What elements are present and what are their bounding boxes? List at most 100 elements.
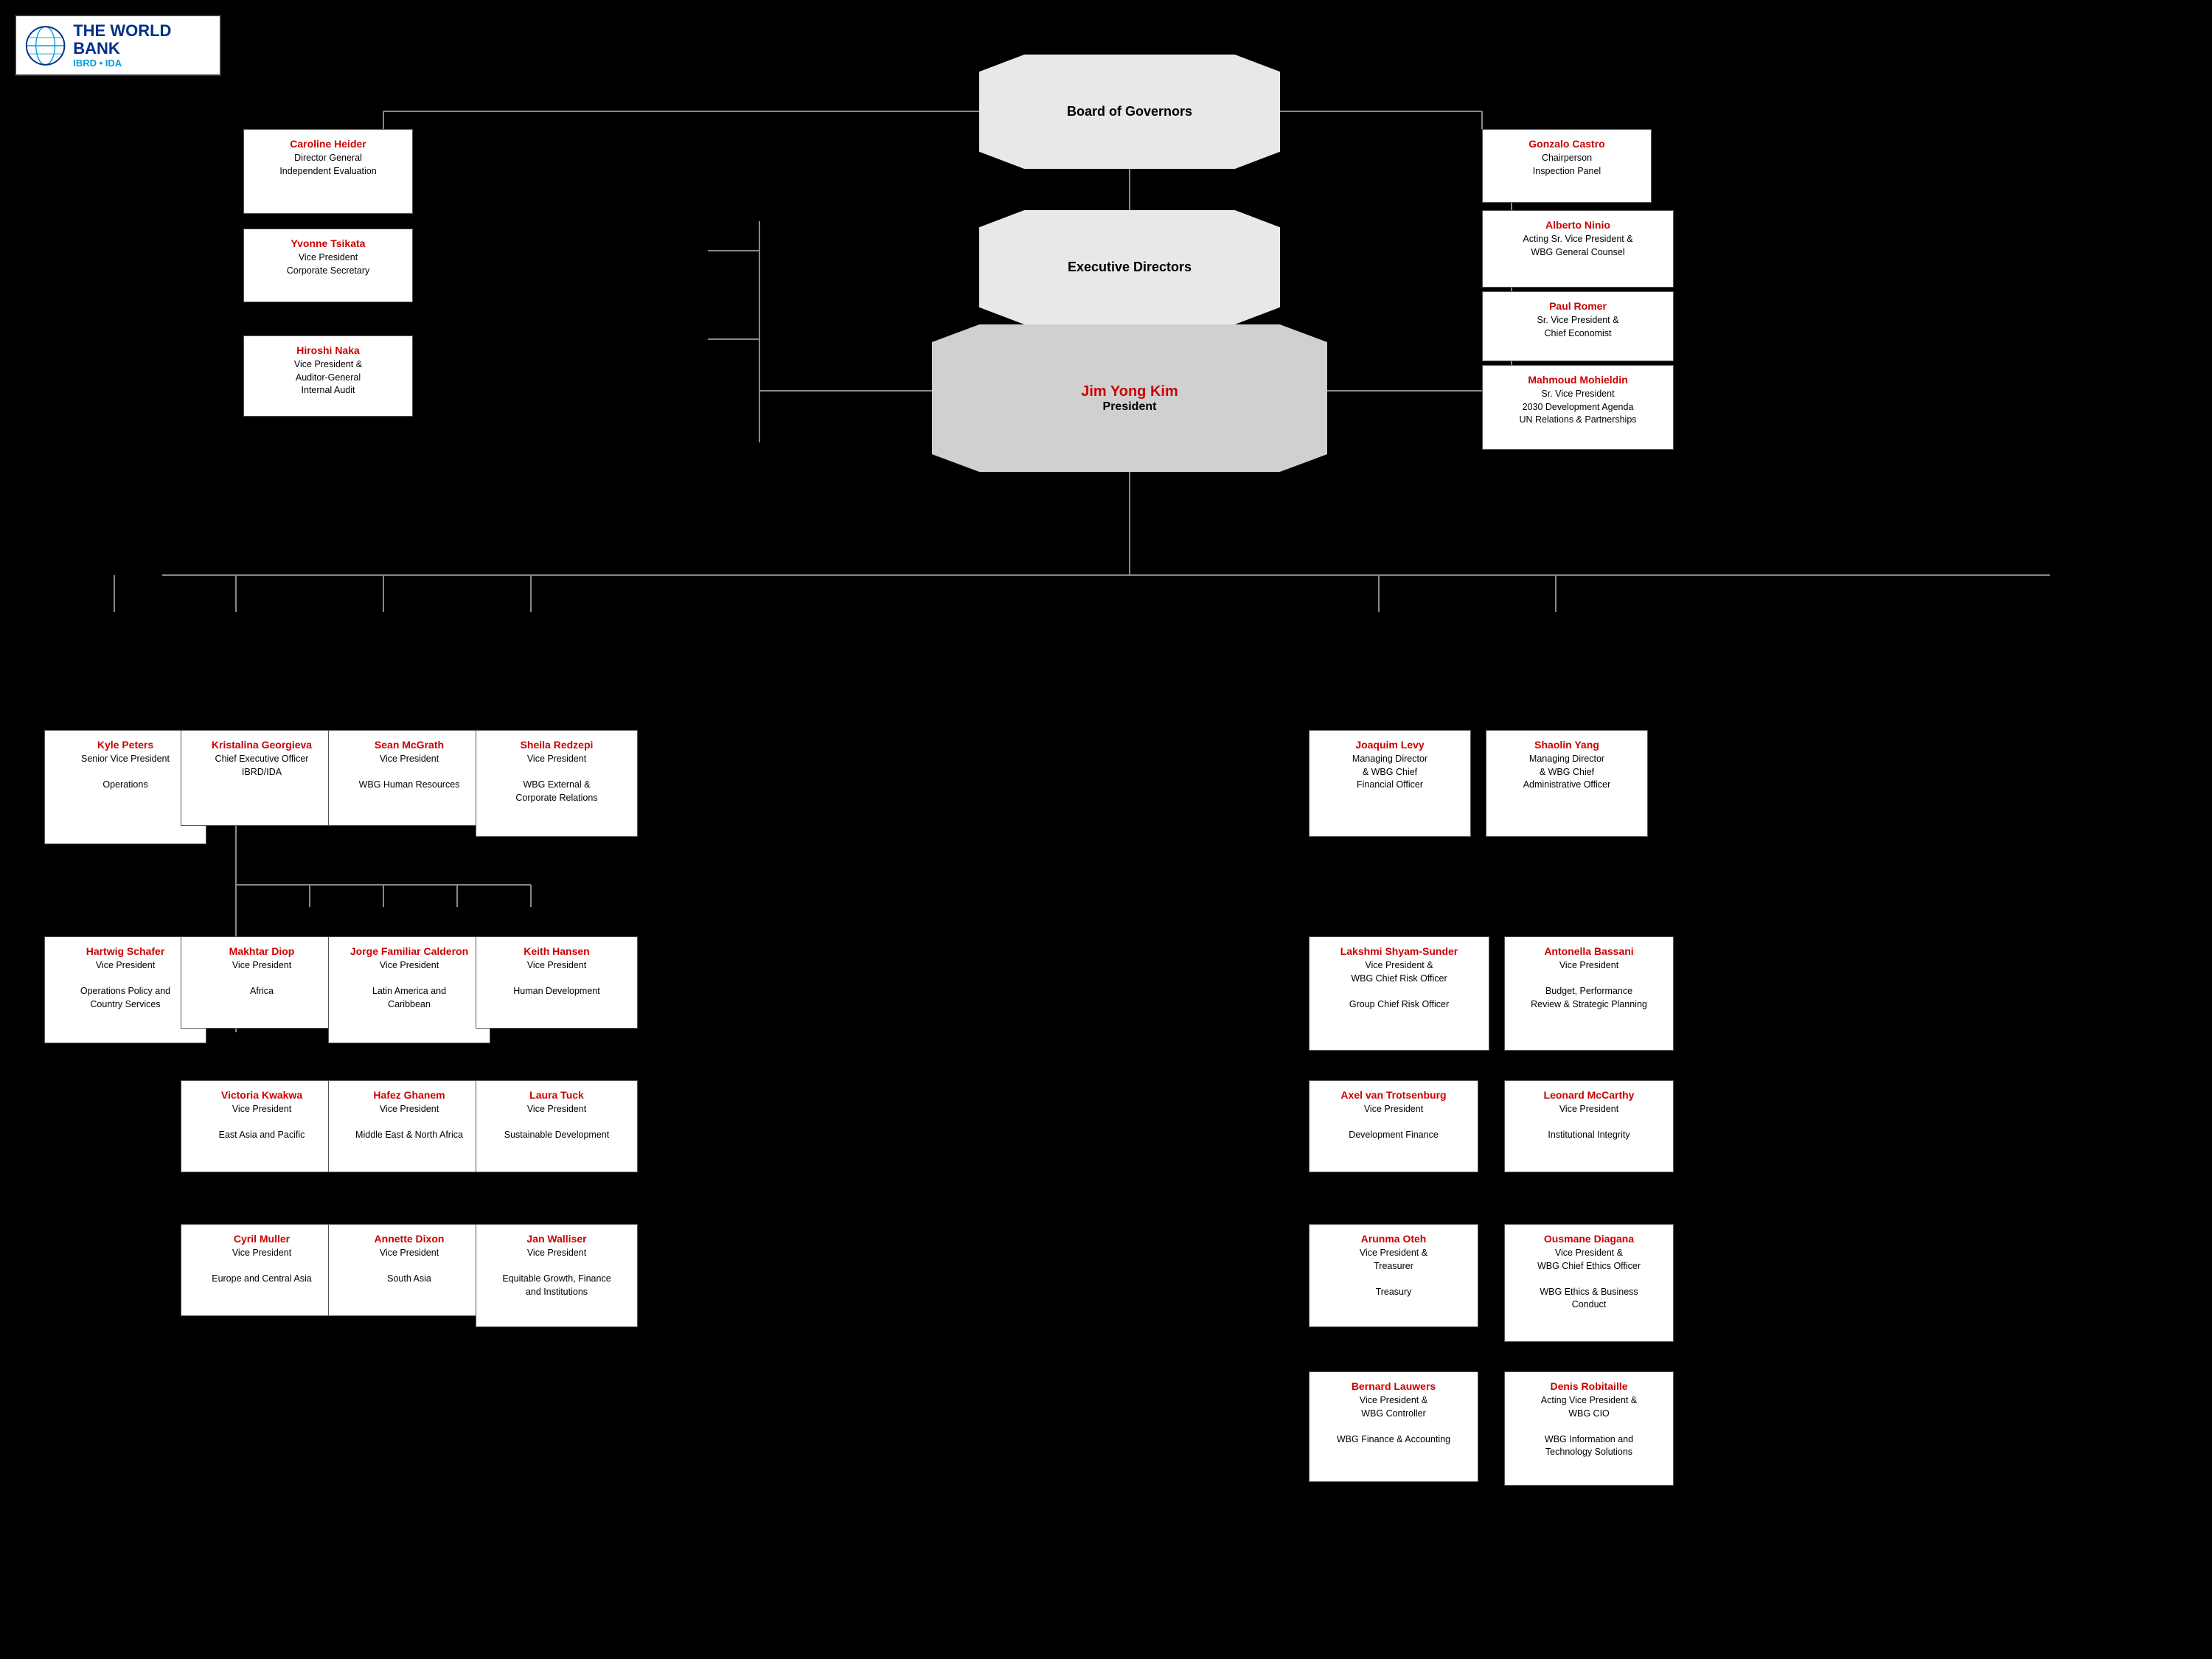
joaquim-levy-name: Joaquim Levy bbox=[1315, 738, 1464, 751]
ousmane-diagana-title: Vice President &WBG Chief Ethics Officer… bbox=[1511, 1247, 1667, 1312]
ousmane-diagana-name: Ousmane Diagana bbox=[1511, 1232, 1667, 1245]
shaolin-yang-title: Managing Director& WBG ChiefAdministrati… bbox=[1492, 753, 1641, 792]
hiroshi-naka-title: Vice President &Auditor-GeneralInternal … bbox=[250, 358, 406, 397]
card-alberto-ninio: Alberto Ninio Acting Sr. Vice President … bbox=[1482, 210, 1674, 288]
president-title: President bbox=[1103, 400, 1157, 414]
logo-title: THE WORLD BANK bbox=[73, 22, 211, 58]
axel-van-trotsenburg-title: Vice PresidentDevelopment Finance bbox=[1315, 1103, 1472, 1142]
laura-tuck-name: Laura Tuck bbox=[482, 1088, 631, 1102]
card-keith-hansen: Keith Hansen Vice PresidentHuman Develop… bbox=[476, 936, 638, 1029]
kyle-peters-title: Senior Vice PresidentOperations bbox=[51, 753, 200, 792]
card-gonzalo-castro: Gonzalo Castro ChairpersonInspection Pan… bbox=[1482, 129, 1652, 203]
lakshmi-shyam-sunder-title: Vice President &WBG Chief Risk OfficerGr… bbox=[1315, 959, 1483, 1011]
president-name: Jim Yong Kim bbox=[1081, 383, 1178, 400]
card-sheila-redzepi: Sheila Redzepi Vice PresidentWBG Externa… bbox=[476, 730, 638, 837]
sean-mcgrath-name: Sean McGrath bbox=[335, 738, 484, 751]
kristalina-georgieva-name: Kristalina Georgieva bbox=[187, 738, 336, 751]
hafez-ghanem-name: Hafez Ghanem bbox=[335, 1088, 484, 1102]
sheila-redzepi-title: Vice PresidentWBG External &Corporate Re… bbox=[482, 753, 631, 804]
bernard-lauwers-name: Bernard Lauwers bbox=[1315, 1380, 1472, 1393]
card-bernard-lauwers: Bernard Lauwers Vice President &WBG Cont… bbox=[1309, 1371, 1478, 1482]
makhtar-diop-name: Makhtar Diop bbox=[187, 945, 336, 958]
antonella-bassani-name: Antonella Bassani bbox=[1511, 945, 1667, 958]
card-leonard-mccarthy: Leonard McCarthy Vice PresidentInstituti… bbox=[1504, 1080, 1674, 1172]
card-laura-tuck: Laura Tuck Vice PresidentSustainable Dev… bbox=[476, 1080, 638, 1172]
card-hiroshi-naka: Hiroshi Naka Vice President &Auditor-Gen… bbox=[243, 335, 413, 417]
jan-walliser-title: Vice PresidentEquitable Growth, Financea… bbox=[482, 1247, 631, 1298]
card-paul-romer: Paul Romer Sr. Vice President &Chief Eco… bbox=[1482, 291, 1674, 361]
jorge-familiar-calderon-name: Jorge Familiar Calderon bbox=[335, 945, 484, 958]
cyril-muller-title: Vice PresidentEurope and Central Asia bbox=[187, 1247, 336, 1286]
gonzalo-castro-title: ChairpersonInspection Panel bbox=[1489, 152, 1645, 178]
board-of-governors-box: Board of Governors bbox=[979, 55, 1280, 169]
denis-robitaille-title: Acting Vice President &WBG CIOWBG Inform… bbox=[1511, 1394, 1667, 1459]
paul-romer-name: Paul Romer bbox=[1489, 299, 1667, 313]
card-jan-walliser: Jan Walliser Vice PresidentEquitable Gro… bbox=[476, 1224, 638, 1327]
card-makhtar-diop: Makhtar Diop Vice PresidentAfrica bbox=[181, 936, 343, 1029]
gonzalo-castro-name: Gonzalo Castro bbox=[1489, 137, 1645, 150]
victoria-kwakwa-name: Victoria Kwakwa bbox=[187, 1088, 336, 1102]
card-yvonne-tsikata: Yvonne Tsikata Vice PresidentCorporate S… bbox=[243, 229, 413, 302]
annette-dixon-title: Vice PresidentSouth Asia bbox=[335, 1247, 484, 1286]
keith-hansen-name: Keith Hansen bbox=[482, 945, 631, 958]
kyle-peters-name: Kyle Peters bbox=[51, 738, 200, 751]
hiroshi-naka-name: Hiroshi Naka bbox=[250, 344, 406, 357]
executive-directors-box: Executive Directors bbox=[979, 210, 1280, 324]
leonard-mccarthy-title: Vice PresidentInstitutional Integrity bbox=[1511, 1103, 1667, 1142]
mahmoud-mohieldin-name: Mahmoud Mohieldin bbox=[1489, 373, 1667, 386]
yvonne-tsikata-name: Yvonne Tsikata bbox=[250, 237, 406, 250]
card-cyril-muller: Cyril Muller Vice PresidentEurope and Ce… bbox=[181, 1224, 343, 1316]
joaquim-levy-title: Managing Director& WBG ChiefFinancial Of… bbox=[1315, 753, 1464, 792]
card-ousmane-diagana: Ousmane Diagana Vice President &WBG Chie… bbox=[1504, 1224, 1674, 1342]
logo-subtitle: IBRD • IDA bbox=[73, 58, 211, 69]
card-joaquim-levy: Joaquim Levy Managing Director& WBG Chie… bbox=[1309, 730, 1471, 837]
sean-mcgrath-title: Vice PresidentWBG Human Resources bbox=[335, 753, 484, 792]
denis-robitaille-name: Denis Robitaille bbox=[1511, 1380, 1667, 1393]
card-caroline-heider: Caroline Heider Director GeneralIndepend… bbox=[243, 129, 413, 214]
shaolin-yang-name: Shaolin Yang bbox=[1492, 738, 1641, 751]
president-box: Jim Yong Kim President bbox=[932, 324, 1327, 472]
arunma-oteh-title: Vice President &TreasurerTreasury bbox=[1315, 1247, 1472, 1298]
hartwig-schafer-title: Vice PresidentOperations Policy andCount… bbox=[51, 959, 200, 1011]
cyril-muller-name: Cyril Muller bbox=[187, 1232, 336, 1245]
card-kristalina-georgieva: Kristalina Georgieva Chief Executive Off… bbox=[181, 730, 343, 826]
alberto-ninio-title: Acting Sr. Vice President &WBG General C… bbox=[1489, 233, 1667, 259]
card-denis-robitaille: Denis Robitaille Acting Vice President &… bbox=[1504, 1371, 1674, 1486]
card-lakshmi-shyam-sunder: Lakshmi Shyam-Sunder Vice President &WBG… bbox=[1309, 936, 1489, 1051]
jorge-familiar-calderon-title: Vice PresidentLatin America andCaribbean bbox=[335, 959, 484, 1011]
yvonne-tsikata-title: Vice PresidentCorporate Secretary bbox=[250, 251, 406, 277]
paul-romer-title: Sr. Vice President &Chief Economist bbox=[1489, 314, 1667, 340]
executive-directors-label: Executive Directors bbox=[1068, 260, 1192, 275]
board-of-governors-label: Board of Governors bbox=[1067, 104, 1192, 119]
lakshmi-shyam-sunder-name: Lakshmi Shyam-Sunder bbox=[1315, 945, 1483, 958]
caroline-heider-name: Caroline Heider bbox=[250, 137, 406, 150]
card-axel-van-trotsenburg: Axel van Trotsenburg Vice PresidentDevel… bbox=[1309, 1080, 1478, 1172]
mahmoud-mohieldin-title: Sr. Vice President2030 Development Agend… bbox=[1489, 388, 1667, 427]
logo: THE WORLD BANK IBRD • IDA bbox=[15, 15, 221, 76]
leonard-mccarthy-name: Leonard McCarthy bbox=[1511, 1088, 1667, 1102]
card-antonella-bassani: Antonella Bassani Vice PresidentBudget, … bbox=[1504, 936, 1674, 1051]
card-jorge-familiar-calderon: Jorge Familiar Calderon Vice PresidentLa… bbox=[328, 936, 490, 1043]
hartwig-schafer-name: Hartwig Schafer bbox=[51, 945, 200, 958]
card-arunma-oteh: Arunma Oteh Vice President &TreasurerTre… bbox=[1309, 1224, 1478, 1327]
sheila-redzepi-name: Sheila Redzepi bbox=[482, 738, 631, 751]
hafez-ghanem-title: Vice PresidentMiddle East & North Africa bbox=[335, 1103, 484, 1142]
laura-tuck-title: Vice PresidentSustainable Development bbox=[482, 1103, 631, 1142]
keith-hansen-title: Vice PresidentHuman Development bbox=[482, 959, 631, 998]
kristalina-georgieva-title: Chief Executive OfficerIBRD/IDA bbox=[187, 753, 336, 779]
annette-dixon-name: Annette Dixon bbox=[335, 1232, 484, 1245]
card-hafez-ghanem: Hafez Ghanem Vice PresidentMiddle East &… bbox=[328, 1080, 490, 1172]
alberto-ninio-name: Alberto Ninio bbox=[1489, 218, 1667, 232]
card-annette-dixon: Annette Dixon Vice PresidentSouth Asia bbox=[328, 1224, 490, 1316]
makhtar-diop-title: Vice PresidentAfrica bbox=[187, 959, 336, 998]
world-bank-globe-icon bbox=[25, 24, 66, 68]
card-mahmoud-mohieldin: Mahmoud Mohieldin Sr. Vice President2030… bbox=[1482, 365, 1674, 450]
arunma-oteh-name: Arunma Oteh bbox=[1315, 1232, 1472, 1245]
victoria-kwakwa-title: Vice PresidentEast Asia and Pacific bbox=[187, 1103, 336, 1142]
card-shaolin-yang: Shaolin Yang Managing Director& WBG Chie… bbox=[1486, 730, 1648, 837]
caroline-heider-title: Director GeneralIndependent Evaluation bbox=[250, 152, 406, 178]
antonella-bassani-title: Vice PresidentBudget, PerformanceReview … bbox=[1511, 959, 1667, 1011]
card-sean-mcgrath: Sean McGrath Vice PresidentWBG Human Res… bbox=[328, 730, 490, 826]
bernard-lauwers-title: Vice President &WBG ControllerWBG Financ… bbox=[1315, 1394, 1472, 1446]
card-victoria-kwakwa: Victoria Kwakwa Vice PresidentEast Asia … bbox=[181, 1080, 343, 1172]
